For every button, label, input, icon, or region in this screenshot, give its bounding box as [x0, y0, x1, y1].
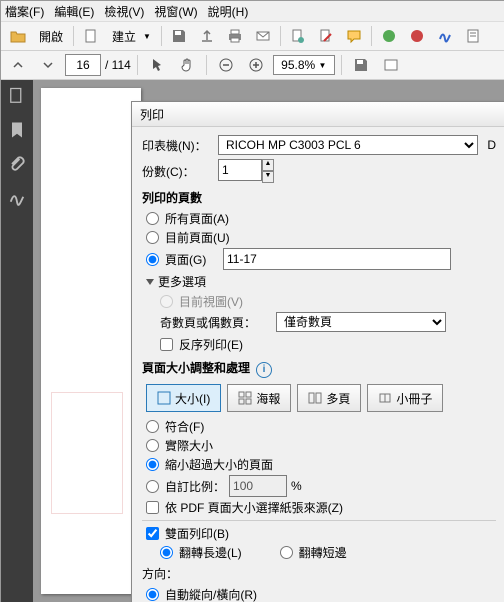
- info-icon[interactable]: i: [256, 362, 272, 378]
- radio-current-view: [160, 295, 173, 308]
- triangle-down-icon: [146, 279, 154, 285]
- zoom-level[interactable]: 95.8% ▼: [273, 55, 335, 75]
- radio-current-page[interactable]: [146, 231, 159, 244]
- d-char: D: [484, 138, 496, 152]
- page-total: / 114: [105, 58, 131, 72]
- open-button[interactable]: 開啟: [33, 24, 69, 48]
- open-folder-icon[interactable]: [5, 23, 31, 49]
- radio-flip-long[interactable]: [160, 546, 173, 559]
- viewer-icon[interactable]: [378, 52, 404, 78]
- radio-actual[interactable]: [146, 439, 159, 452]
- convert-icon[interactable]: [285, 23, 311, 49]
- pdf-page: [41, 88, 141, 594]
- edit-pdf-icon[interactable]: [313, 23, 339, 49]
- sizing-section-label: 頁面大小調整和處理i: [142, 359, 496, 378]
- oddeven-label: 奇數頁或偶數頁：: [160, 314, 270, 331]
- printer-label: 印表機(N)：: [142, 137, 212, 154]
- nav-toolbar: / 114 95.8% ▼: [1, 51, 504, 80]
- main-toolbar: 開啟 建立▼: [1, 22, 504, 51]
- menubar: 檔案(F) 編輯(E) 檢視(V) 視窗(W) 說明(H): [1, 1, 504, 22]
- menu-view[interactable]: 檢視(V): [104, 3, 144, 20]
- sidebar: [1, 80, 33, 602]
- menu-edit[interactable]: 編輯(E): [54, 3, 94, 20]
- stamp-graphic: [51, 392, 123, 514]
- page-up-icon[interactable]: [5, 52, 31, 78]
- radio-custom-scale[interactable]: [146, 480, 159, 493]
- green-check-icon[interactable]: [376, 23, 402, 49]
- copies-input[interactable]: [218, 159, 262, 181]
- radio-auto-orient[interactable]: [146, 588, 159, 601]
- more-options-toggle[interactable]: 更多選項: [146, 273, 496, 290]
- check-choose-paper[interactable]: [146, 501, 159, 514]
- oddeven-select[interactable]: 僅奇數頁: [276, 312, 446, 332]
- copies-spinner[interactable]: ▲▼: [218, 159, 274, 183]
- pages-section-label: 列印的頁數: [142, 189, 496, 206]
- red-x-icon[interactable]: [404, 23, 430, 49]
- spin-down-icon[interactable]: ▼: [262, 171, 274, 183]
- copies-label: 份數(C)：: [142, 163, 212, 180]
- menu-help[interactable]: 說明(H): [208, 3, 249, 20]
- signature-panel-icon[interactable]: [7, 188, 27, 208]
- save-icon[interactable]: [166, 23, 192, 49]
- save-copy-icon[interactable]: [348, 52, 374, 78]
- printer-select[interactable]: RICOH MP C3003 PCL 6: [218, 135, 478, 155]
- create-button[interactable]: 建立▼: [106, 24, 157, 48]
- orientation-label: 方向：: [142, 565, 178, 582]
- menu-window[interactable]: 視窗(W): [154, 3, 197, 20]
- page-number-input[interactable]: [65, 54, 101, 76]
- menu-file[interactable]: 檔案(F): [5, 3, 44, 20]
- hand-icon[interactable]: [174, 52, 200, 78]
- pointer-icon[interactable]: [144, 52, 170, 78]
- button-multi[interactable]: 多頁: [297, 384, 361, 412]
- button-poster[interactable]: 海報: [227, 384, 291, 412]
- radio-flip-short[interactable]: [280, 546, 293, 559]
- button-booklet[interactable]: 小冊子: [367, 384, 443, 412]
- zoom-in-icon[interactable]: [243, 52, 269, 78]
- spin-up-icon[interactable]: ▲: [262, 159, 274, 171]
- zoom-out-icon[interactable]: [213, 52, 239, 78]
- radio-shrink[interactable]: [146, 458, 159, 471]
- print-dialog: 列印 印表機(N)： RICOH MP C3003 PCL 6 D 份數(C)：…: [131, 101, 504, 602]
- export-icon[interactable]: [194, 23, 220, 49]
- create-icon[interactable]: [78, 23, 104, 49]
- pages-input[interactable]: [223, 248, 451, 270]
- check-reverse[interactable]: [160, 338, 173, 351]
- button-size[interactable]: 大小(I): [146, 384, 221, 412]
- bookmark-icon[interactable]: [7, 120, 27, 140]
- check-duplex[interactable]: [146, 527, 159, 540]
- print-icon[interactable]: [222, 23, 248, 49]
- comment-icon[interactable]: [341, 23, 367, 49]
- custom-scale-input: [229, 475, 287, 497]
- radio-pages[interactable]: [146, 253, 159, 266]
- mail-icon[interactable]: [250, 23, 276, 49]
- thumbnails-icon[interactable]: [7, 86, 27, 106]
- radio-fit[interactable]: [146, 420, 159, 433]
- attachment-icon[interactable]: [7, 154, 27, 174]
- radio-all-pages[interactable]: [146, 212, 159, 225]
- page-down-icon[interactable]: [35, 52, 61, 78]
- sign-icon[interactable]: [432, 23, 458, 49]
- dialog-title: 列印: [132, 102, 504, 127]
- form-icon[interactable]: [460, 23, 486, 49]
